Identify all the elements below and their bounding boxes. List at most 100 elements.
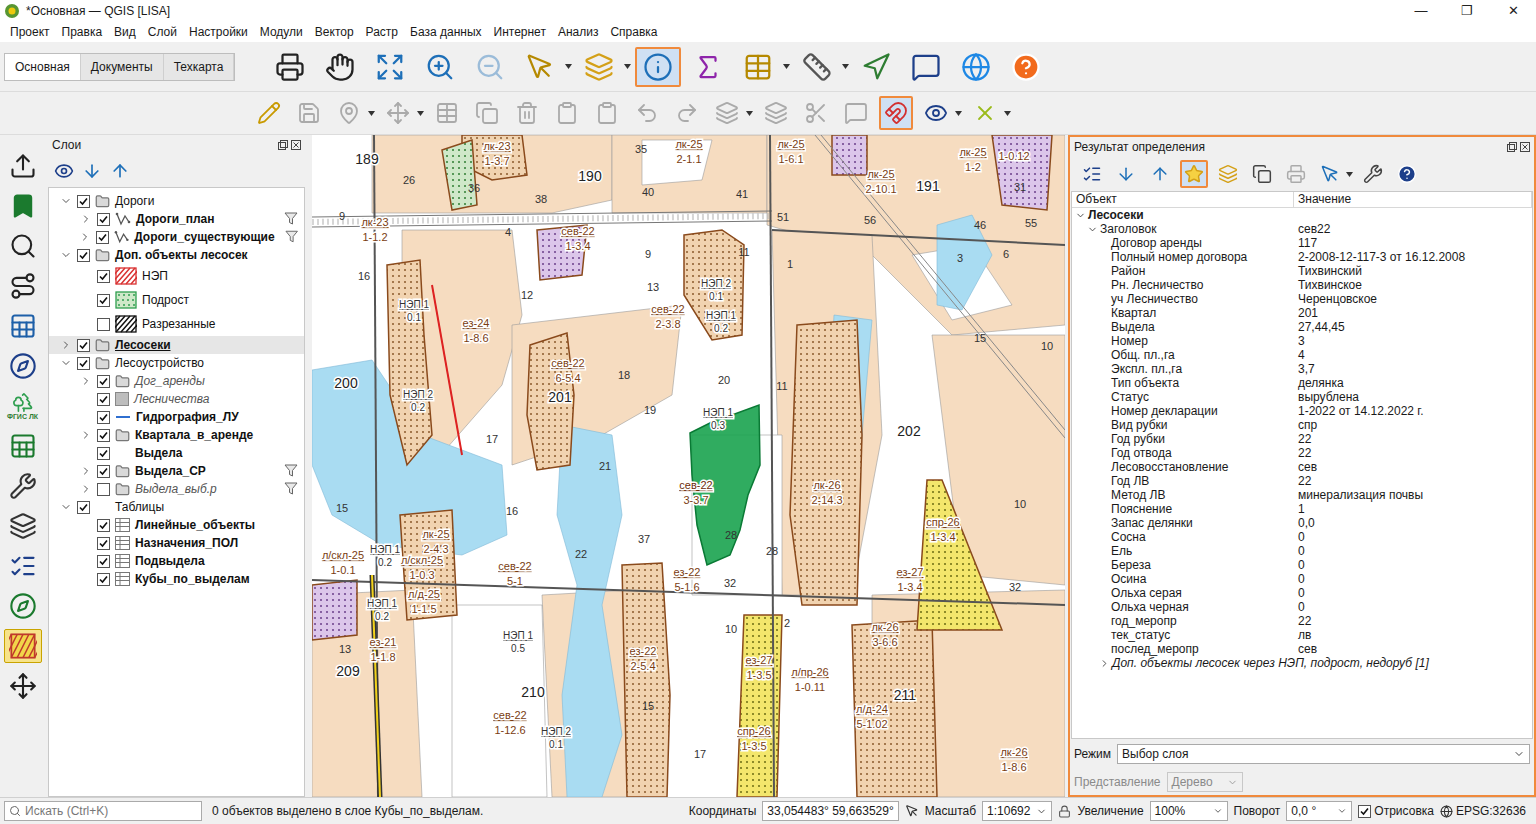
plugin-button[interactable] [4, 429, 42, 463]
attribute-row[interactable]: Запас делянки0,0 [1072, 516, 1532, 530]
toolbar-button[interactable] [953, 47, 999, 87]
attribute-row[interactable]: Экспл. пл.,га3,7 [1072, 362, 1532, 376]
layer-checkbox[interactable] [97, 537, 110, 550]
toolbar-button[interactable] [467, 47, 513, 87]
layer-row[interactable]: Лесосеки [49, 336, 304, 354]
toolbar-button[interactable] [710, 96, 753, 130]
layer-row[interactable]: Подвыдела [49, 552, 304, 570]
layer-checkbox[interactable] [97, 465, 110, 478]
menu-item[interactable]: Растр [360, 23, 404, 41]
toolbar-button[interactable] [630, 96, 664, 130]
plugin-button[interactable] [4, 309, 42, 343]
attribute-row[interactable]: Статусвырублена [1072, 390, 1532, 404]
float-icon[interactable] [1507, 142, 1517, 152]
toolbar-button[interactable] [292, 96, 326, 130]
attribute-row[interactable]: Сосна0 [1072, 530, 1532, 544]
column-header[interactable]: Значение [1294, 192, 1532, 207]
cutting-area[interactable] [790, 320, 862, 605]
toolbar-button[interactable] [635, 47, 681, 87]
layer-checkbox[interactable] [97, 411, 110, 424]
crs-button[interactable]: EPSG:32636 [1440, 802, 1532, 820]
result-row[interactable]: Доп. объекты лесосек через НЭП, подрост,… [1072, 656, 1532, 670]
toolbar-button[interactable] [968, 96, 1011, 130]
toolbar-button[interactable] [332, 96, 375, 130]
attribute-row[interactable]: Общ. пл.,га4 [1072, 348, 1532, 362]
collapsed-icon[interactable] [80, 429, 92, 441]
attribute-row[interactable]: Год отвода22 [1072, 446, 1532, 460]
result-row[interactable]: Лесосеки [1072, 208, 1532, 222]
layer-checkbox[interactable] [77, 339, 90, 352]
magnifier-field[interactable]: 100% [1150, 801, 1228, 821]
layer-row[interactable]: Дороги_план [49, 210, 304, 228]
rotation-field[interactable]: 0,0 ° [1286, 801, 1352, 821]
cutting-area[interactable] [400, 510, 457, 620]
coords-toggle-icon[interactable] [905, 804, 919, 818]
layer-row[interactable]: Линейные_объекты [49, 516, 304, 534]
layer-row[interactable]: Дороги [49, 192, 304, 210]
layer-checkbox[interactable] [97, 213, 110, 226]
toolbar-button[interactable] [735, 47, 790, 87]
toolbar-button[interactable] [317, 47, 363, 87]
toolbar-button[interactable] [903, 47, 949, 87]
collapsed-icon[interactable] [79, 231, 91, 243]
attribute-row[interactable]: уч ЛесничествоЧеренцовское [1072, 292, 1532, 306]
plugin-button[interactable] [4, 629, 42, 663]
layer-checkbox[interactable] [97, 519, 110, 532]
toolbar-button[interactable] [430, 96, 464, 130]
toolbar-button[interactable] [252, 96, 286, 130]
forest-stand[interactable] [612, 135, 767, 213]
attribute-row[interactable]: Вид рубкиспр [1072, 418, 1532, 432]
attribute-row[interactable]: тек_статуслв [1072, 628, 1532, 642]
forest-stand[interactable] [372, 135, 612, 213]
toolbar-button[interactable] [267, 47, 313, 87]
plugin-button[interactable] [4, 189, 42, 223]
menu-item[interactable]: Слой [142, 23, 183, 41]
layer-row[interactable]: Лесничества [49, 390, 304, 408]
collapsed-icon[interactable] [80, 375, 92, 387]
eye-icon[interactable] [54, 161, 74, 181]
layer-checkbox[interactable] [97, 483, 110, 496]
attribute-row[interactable]: Пояснение1 [1072, 502, 1532, 516]
attribute-row[interactable]: Год ЛВ22 [1072, 474, 1532, 488]
toolbar-button[interactable] [685, 47, 731, 87]
menu-item[interactable]: База данных [404, 23, 487, 41]
plugin-button[interactable]: ФГИС ЛК [4, 389, 42, 423]
menu-item[interactable]: Проект [4, 23, 56, 41]
toolbar-button[interactable] [1112, 160, 1140, 188]
toolbar-button[interactable] [1146, 160, 1174, 188]
attribute-row[interactable]: Метод ЛВминерализация почвы [1072, 488, 1532, 502]
window-control[interactable]: ❐ [1444, 1, 1490, 21]
toolbar-button[interactable] [417, 47, 463, 87]
layer-checkbox[interactable] [97, 447, 110, 460]
layer-checkbox[interactable] [97, 318, 110, 331]
toolbar-button[interactable] [510, 96, 544, 130]
layer-row[interactable]: Лесоустройство [49, 354, 304, 372]
attribute-row[interactable]: Ольха черная0 [1072, 600, 1532, 614]
toolbar-button[interactable] [799, 96, 833, 130]
toolbar-button[interactable] [576, 47, 631, 87]
menu-item[interactable]: Модули [254, 23, 309, 41]
filter-icon[interactable] [285, 230, 298, 244]
attribute-row[interactable]: Ольха серая0 [1072, 586, 1532, 600]
window-control[interactable]: — [1398, 1, 1444, 21]
collapsed-icon[interactable] [60, 339, 72, 351]
layer-checkbox[interactable] [97, 270, 110, 283]
toolbar-button[interactable] [1359, 160, 1387, 188]
toolbar-button[interactable] [759, 96, 793, 130]
layer-row[interactable]: НЭП [49, 264, 304, 288]
filter-icon[interactable] [284, 482, 298, 496]
ribbon-tab[interactable]: Техкарта [164, 54, 235, 80]
toolbar-button[interactable] [517, 47, 572, 87]
plugin-button[interactable] [4, 549, 42, 583]
layer-row[interactable]: Назначения_ПОЛ [49, 534, 304, 552]
collapsed-icon[interactable] [1099, 658, 1110, 669]
menu-item[interactable]: Правка [56, 23, 109, 41]
cutting-area[interactable] [684, 230, 744, 340]
cutting-area[interactable] [917, 480, 1002, 630]
toolbar-button[interactable] [1282, 160, 1310, 188]
attribute-row[interactable]: Выдела27,44,45 [1072, 320, 1532, 334]
ribbon-tab[interactable]: Документы [81, 54, 164, 80]
expanded-icon[interactable] [60, 195, 72, 207]
attribute-row[interactable]: Лесовосстановлениесев [1072, 460, 1532, 474]
ribbon-tab[interactable]: Основная [5, 54, 81, 80]
